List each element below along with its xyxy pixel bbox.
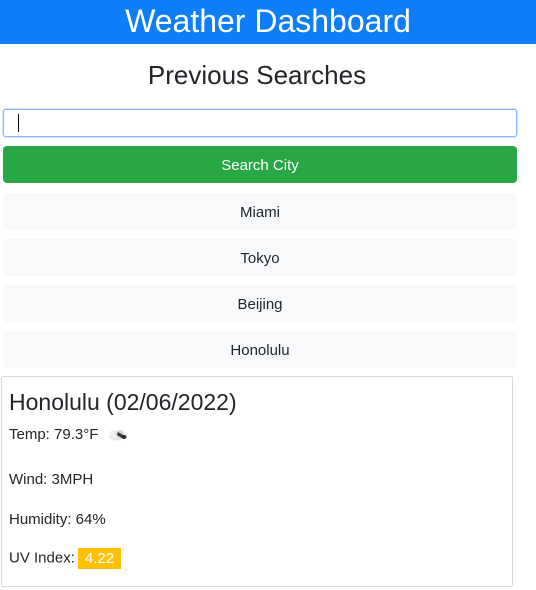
app-title: Weather Dashboard <box>125 3 411 39</box>
uv-index-row: UV Index: 4.22 <box>9 548 122 569</box>
history-button-miami[interactable]: Miami <box>3 193 517 230</box>
city-search-input[interactable] <box>3 109 517 137</box>
current-weather-card: Honolulu (02/06/2022) Temp: 79.3°F Wind:… <box>1 376 513 587</box>
current-city-title: Honolulu (02/06/2022) <box>9 389 237 415</box>
uv-index-badge: 4.22 <box>77 548 122 569</box>
partly-cloudy-icon <box>109 430 127 441</box>
wind-text: Wind: 3MPH <box>9 471 94 488</box>
history-button-tokyo[interactable]: Tokyo <box>3 239 517 276</box>
text-caret <box>18 114 19 132</box>
search-city-button[interactable]: Search City <box>3 146 517 183</box>
temperature-text: Temp: 79.3°F <box>9 426 99 443</box>
app-header: Weather Dashboard <box>0 0 536 44</box>
uv-index-label: UV Index: <box>9 549 75 567</box>
history-button-honolulu[interactable]: Honolulu <box>3 331 517 368</box>
previous-searches-heading: Previous Searches <box>147 60 367 90</box>
history-button-beijing[interactable]: Beijing <box>3 285 517 322</box>
humidity-text: Humidity: 64% <box>9 511 106 528</box>
